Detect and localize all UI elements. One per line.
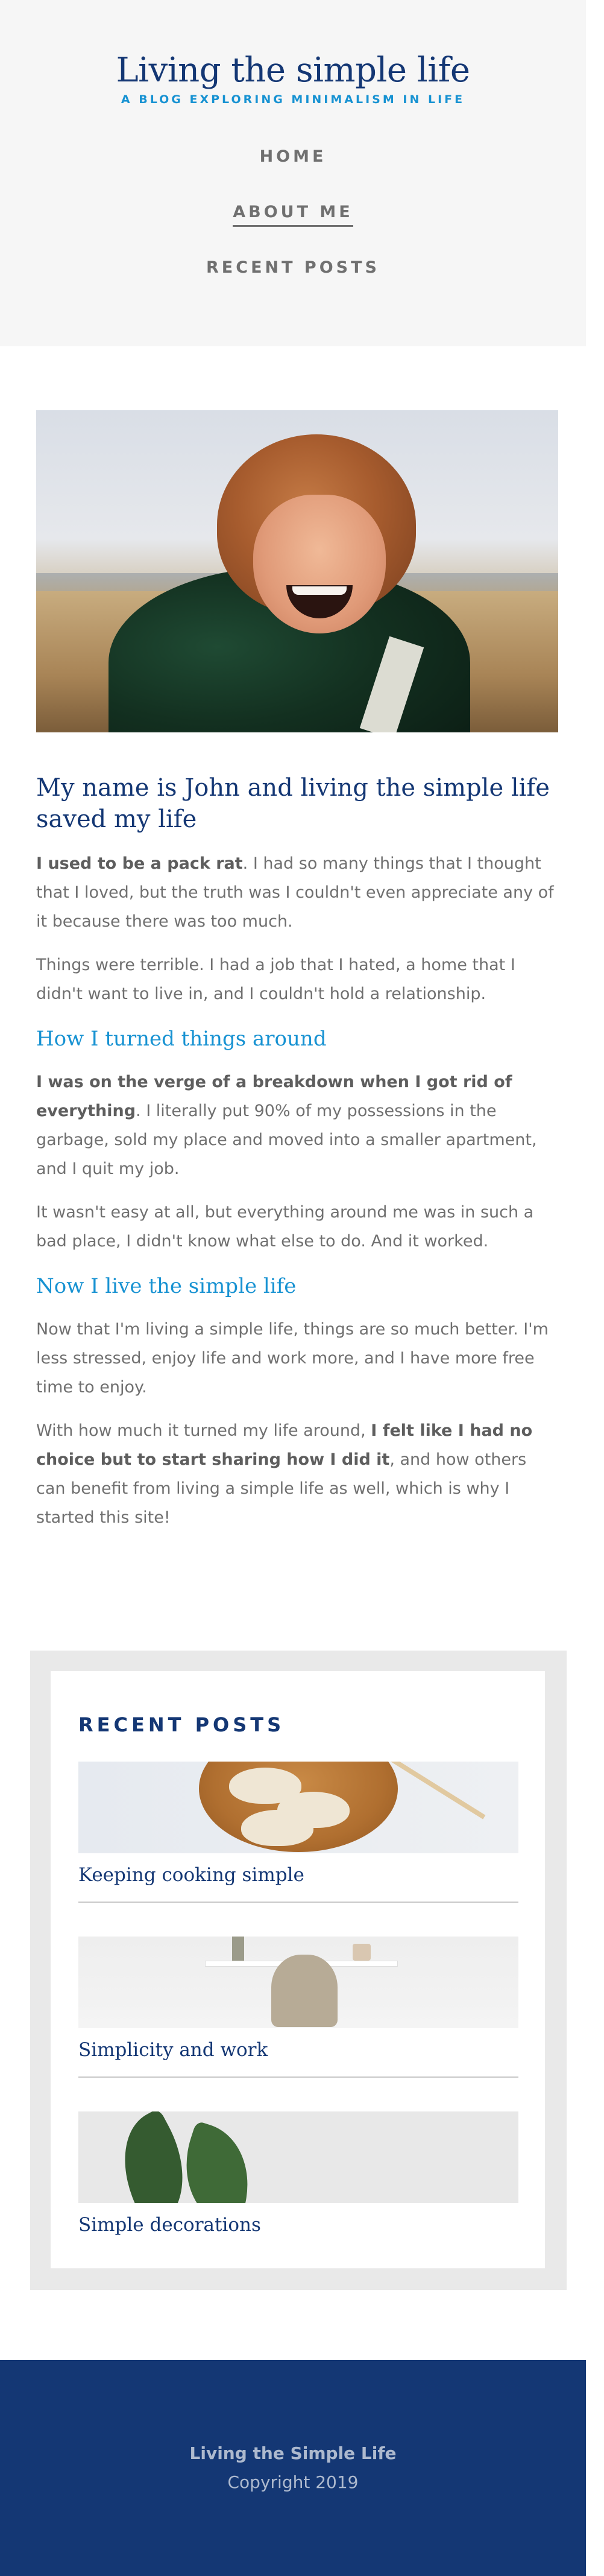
divider — [78, 2076, 518, 2078]
recent-posts-widget: RECENT POSTS Keeping cooking simple Simp… — [51, 1671, 545, 2268]
post-thumbnail-plant[interactable] — [78, 2111, 518, 2203]
widget-title: RECENT POSTS — [78, 1713, 285, 1736]
post-title-link[interactable]: Keeping cooking simple — [78, 1864, 518, 1886]
site-footer: Living the Simple Life Copyright 2019 — [0, 2360, 586, 2576]
recent-post-item: Simplicity and work — [78, 1937, 518, 2078]
nav-link-home[interactable]: HOME — [260, 147, 327, 166]
divider — [78, 1902, 518, 1903]
site-subtitle: A BLOG EXPLORING MINIMALISM IN LIFE — [121, 93, 465, 106]
nav-item-recent-posts: RECENT POSTS — [0, 258, 586, 277]
article-paragraph: I used to be a pack rat. I had so many t… — [36, 854, 554, 931]
nav-item-home: HOME — [0, 147, 586, 166]
recent-post-item: Simple decorations — [78, 2111, 518, 2236]
recent-post-item: Keeping cooking simple — [78, 1762, 518, 1903]
footer-copyright: Copyright 2019 — [227, 2472, 359, 2492]
hero-photo — [36, 410, 558, 732]
article-paragraph: Things were terrible. I had a job that I… — [36, 956, 515, 1003]
section-heading-turned-around: How I turned things around — [36, 1027, 327, 1051]
article-paragraph: Now that I'm living a simple life, thing… — [36, 1320, 549, 1397]
site-header: Living the simple life A BLOG EXPLORING … — [0, 0, 586, 346]
article-paragraph: I was on the verge of a breakdown when I… — [36, 1073, 537, 1178]
recent-posts-sidebar: RECENT POSTS Keeping cooking simple Simp… — [30, 1651, 567, 2290]
nav-link-about-me[interactable]: ABOUT ME — [233, 203, 353, 227]
article-heading: My name is John and living the simple li… — [36, 774, 550, 833]
footer-title: Living the Simple Life — [189, 2443, 397, 2463]
post-title-link[interactable]: Simple decorations — [78, 2214, 518, 2236]
post-thumbnail-chair[interactable] — [78, 1937, 518, 2028]
article-paragraph: With how much it turned my life around, … — [36, 1421, 533, 1527]
nav-item-about-me: ABOUT ME — [0, 203, 586, 227]
section-heading-simple-life: Now I live the simple life — [36, 1274, 297, 1298]
about-article: My name is John and living the simple li… — [36, 772, 558, 1532]
article-paragraph: It wasn't easy at all, but everything ar… — [36, 1203, 534, 1251]
nav-link-recent-posts[interactable]: RECENT POSTS — [206, 258, 380, 277]
post-title-link[interactable]: Simplicity and work — [78, 2039, 518, 2061]
emphasis: I used to be a pack rat — [36, 854, 243, 873]
post-thumbnail-dumplings[interactable] — [78, 1762, 518, 1853]
site-title[interactable]: Living the simple life — [0, 51, 586, 90]
